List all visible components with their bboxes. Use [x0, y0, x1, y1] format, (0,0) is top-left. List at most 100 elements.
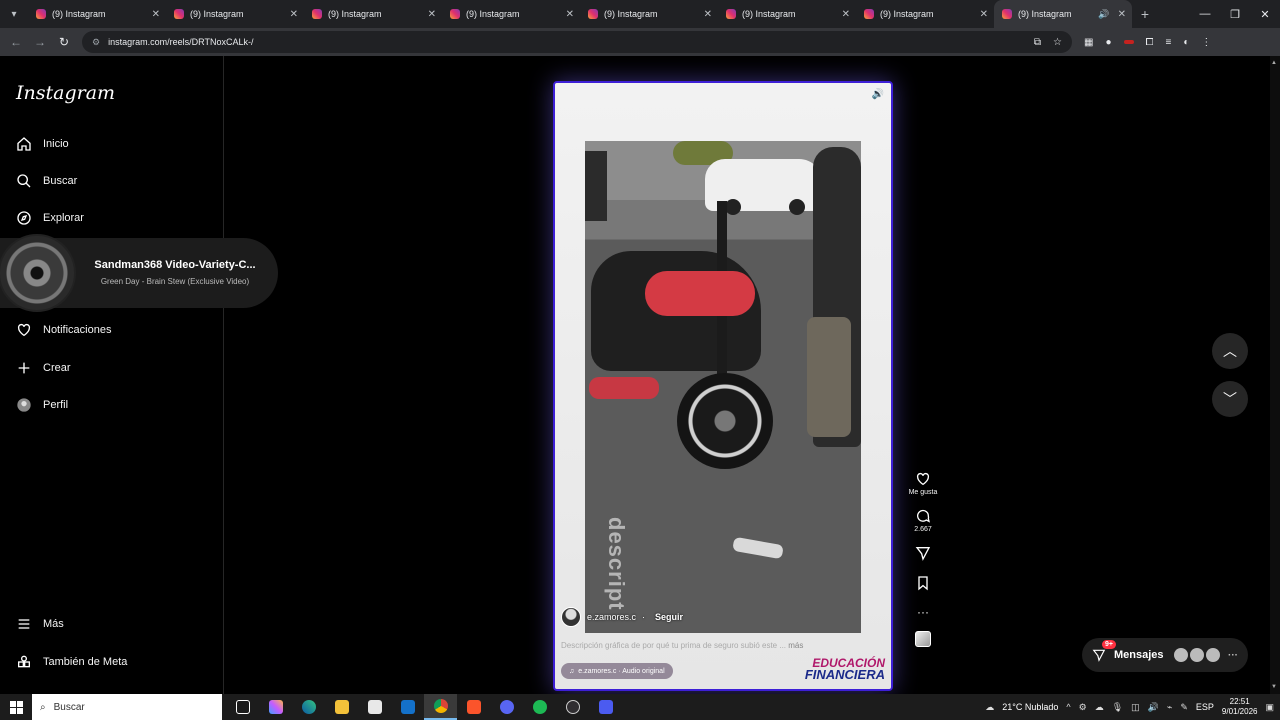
sidebar-item-tambien-de-meta[interactable]: También de Meta: [16, 652, 127, 672]
audio-chip[interactable]: ♫ e.zamores.c · Audio original: [561, 663, 673, 679]
close-tab-icon[interactable]: ✕: [290, 9, 298, 20]
network-icon[interactable]: ⌁: [1167, 702, 1172, 713]
close-tab-icon[interactable]: ✕: [566, 9, 574, 20]
puzzle-icon[interactable]: ⧠: [1146, 37, 1154, 48]
like-button[interactable]: Me gusta: [904, 471, 942, 496]
new-tab-button[interactable]: +: [1132, 6, 1158, 22]
plus-icon: [16, 360, 32, 376]
next-reel-button[interactable]: ﹀: [1212, 381, 1248, 417]
comment-button[interactable]: 2.667: [904, 508, 942, 533]
close-tab-icon[interactable]: ✕: [980, 9, 988, 20]
browser-tab[interactable]: (9) Instagram ✕: [718, 0, 856, 28]
language-indicator[interactable]: ESP: [1196, 702, 1214, 712]
sidebar-item-crear[interactable]: Crear: [16, 358, 71, 378]
obs-icon[interactable]: [556, 694, 589, 720]
sidebar-item-mas[interactable]: Más: [16, 614, 64, 634]
spotify-icon[interactable]: [523, 694, 556, 720]
back-icon[interactable]: ←: [4, 35, 28, 49]
previous-reel-button[interactable]: ︿: [1212, 333, 1248, 369]
browser-tab[interactable]: (9) Instagram ✕: [442, 0, 580, 28]
discord-icon[interactable]: [490, 694, 523, 720]
site-info-icon[interactable]: ⚙: [92, 37, 100, 48]
browser-tab[interactable]: (9) Instagram ✕: [580, 0, 718, 28]
share-button[interactable]: [904, 545, 942, 563]
volume-icon[interactable]: 🔊: [1148, 702, 1159, 713]
extension-icon[interactable]: [1123, 40, 1134, 44]
scroll-up-icon[interactable]: ▲: [1271, 60, 1277, 66]
app-icon[interactable]: [589, 694, 622, 720]
reel-caption[interactable]: Descripción gráfica de por qué tu prima …: [561, 641, 861, 650]
clock[interactable]: 22:51 9/01/2026: [1222, 697, 1258, 717]
copilot-icon[interactable]: [259, 694, 292, 720]
browser-menu-icon[interactable]: ⋮: [1201, 37, 1211, 48]
close-window-icon[interactable]: ✕: [1250, 8, 1280, 21]
scroll-down-icon[interactable]: ▼: [1271, 684, 1277, 690]
tray-icon[interactable]: ◫: [1131, 702, 1140, 713]
tray-icon[interactable]: ⚙: [1079, 702, 1087, 713]
browser-tab[interactable]: (9) Instagram ✕: [856, 0, 994, 28]
chrome-icon[interactable]: [424, 694, 457, 720]
close-tab-icon[interactable]: ✕: [428, 9, 436, 20]
tab-audio-icon[interactable]: 🔊: [1098, 9, 1109, 20]
forward-icon[interactable]: →: [28, 35, 52, 49]
sidebar-item-inicio[interactable]: Inicio: [16, 134, 69, 154]
sidebar-item-perfil[interactable]: Perfil: [16, 395, 68, 415]
tray-icon[interactable]: ☁: [1095, 702, 1104, 713]
caption-more-link[interactable]: más: [788, 641, 803, 650]
profile-icon[interactable]: ◐: [1183, 37, 1189, 48]
browser-tab[interactable]: (9) Instagram ✕: [304, 0, 442, 28]
taskbar-search[interactable]: ⌕ Buscar: [32, 694, 222, 720]
file-explorer-icon[interactable]: [325, 694, 358, 720]
author-avatar[interactable]: [561, 607, 581, 627]
reel-actions: Me gusta 2.667 ···: [904, 471, 942, 659]
outlook-icon[interactable]: [391, 694, 424, 720]
maximize-icon[interactable]: ❐: [1220, 8, 1250, 21]
browser-tab[interactable]: (9) Instagram ✕: [28, 0, 166, 28]
close-tab-icon[interactable]: ✕: [152, 9, 160, 20]
close-tab-icon[interactable]: ✕: [842, 9, 850, 20]
task-view-icon[interactable]: [226, 694, 259, 720]
close-tab-icon[interactable]: ✕: [704, 9, 712, 20]
sidebar-item-explorar[interactable]: Explorar: [16, 208, 84, 228]
page-scrollbar[interactable]: ▲ ▼: [1270, 56, 1280, 694]
store-icon[interactable]: [358, 694, 391, 720]
sound-icon[interactable]: 🔊: [871, 89, 885, 103]
media-controls-icon[interactable]: ≡: [1166, 37, 1172, 48]
notification-icon[interactable]: ▣: [1265, 702, 1274, 713]
browser-tab-bar: ▾ (9) Instagram ✕ (9) Instagram ✕ (9) Inst…: [0, 0, 1280, 28]
edge-icon[interactable]: [292, 694, 325, 720]
bookmark-star-icon[interactable]: ☆: [1053, 37, 1062, 48]
author-username[interactable]: e.zamores.c: [587, 612, 636, 622]
more-options-button[interactable]: ···: [904, 605, 942, 619]
brave-icon[interactable]: [457, 694, 490, 720]
url-field[interactable]: ⚙ instagram.com/reels/DRTNoxCALk-/ ⧉ ☆: [82, 31, 1072, 53]
video-content: descript: [585, 141, 861, 633]
instagram-favicon-icon: [1002, 9, 1012, 19]
start-button[interactable]: [0, 694, 32, 720]
tab-search-button[interactable]: ▾: [0, 0, 28, 28]
browser-tab[interactable]: (9) Instagram ✕: [166, 0, 304, 28]
browser-tab-active[interactable]: (9) Instagram 🔊 ✕: [994, 0, 1132, 28]
chevron-up-icon[interactable]: ^: [1066, 702, 1070, 712]
sidebar-item-buscar[interactable]: Buscar: [16, 171, 77, 191]
audio-thumbnail-button[interactable]: [904, 631, 942, 647]
meta-icon: [16, 654, 32, 670]
reload-icon[interactable]: ↻: [52, 35, 76, 49]
sidebar-item-notificaciones[interactable]: Notificaciones: [16, 320, 111, 340]
pen-icon[interactable]: ✎: [1180, 702, 1188, 713]
close-tab-icon[interactable]: ✕: [1118, 9, 1126, 20]
mini-player[interactable]: Sandman368 Video-Variety-C... Green Day …: [0, 234, 278, 312]
save-button[interactable]: [904, 575, 942, 593]
weather-text[interactable]: 21°C Nublado: [1002, 702, 1058, 712]
extension-icon[interactable]: ▦: [1084, 37, 1093, 48]
minimize-icon[interactable]: —: [1190, 8, 1220, 21]
reel-video[interactable]: descript 🔊 e.zamores.c · Seguir Descripc…: [553, 81, 893, 691]
extension-icon[interactable]: ●: [1105, 37, 1111, 48]
install-app-icon[interactable]: ⧉: [1034, 37, 1041, 48]
microphone-icon[interactable]: 🎙: [1112, 702, 1123, 713]
address-bar-row: ← → ↻ ⚙ instagram.com/reels/DRTNoxCALk-/…: [0, 28, 1280, 56]
follow-button[interactable]: Seguir: [655, 612, 683, 622]
windows-logo-icon: [9, 700, 23, 714]
instagram-logo[interactable]: Instagram: [16, 82, 115, 104]
messages-button[interactable]: 9+ Mensajes ···: [1082, 638, 1248, 672]
